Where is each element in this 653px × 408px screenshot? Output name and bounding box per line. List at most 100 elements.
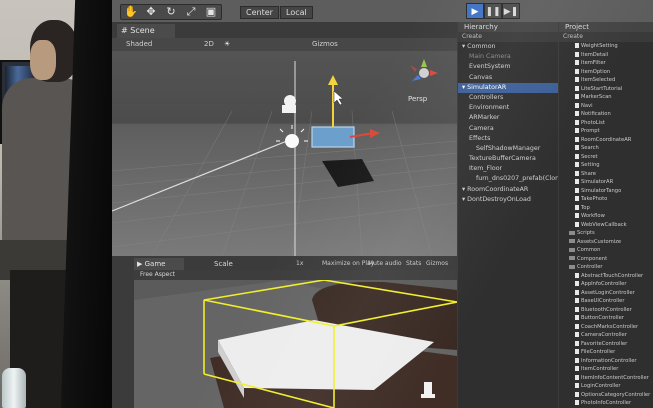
main-toolbar: ✋ ✥ ↻ ⤢ ▣ Center Local ▶ ❚❚ ▶❚ <box>112 0 653 22</box>
project-item[interactable]: Controller <box>559 263 653 272</box>
project-item[interactable]: ButtonController <box>559 314 653 323</box>
project-item[interactable]: FileController <box>559 348 653 357</box>
project-item-label: Share <box>581 170 596 177</box>
hierarchy-item[interactable]: Camera <box>458 124 558 134</box>
hierarchy-item[interactable]: Controllers <box>458 93 558 103</box>
scene-viewport[interactable]: Persp <box>112 51 457 256</box>
game-viewport[interactable] <box>134 280 457 408</box>
hierarchy-item[interactable]: ▾ DontDestroyOnLoad <box>458 195 558 205</box>
project-item[interactable]: PhotoInfoController <box>559 399 653 408</box>
hierarchy-item[interactable]: Effects <box>458 134 558 144</box>
project-item[interactable]: Top <box>559 204 653 213</box>
file-icon <box>575 85 579 91</box>
project-item[interactable]: Share <box>559 170 653 179</box>
selected-object-gizmo[interactable] <box>311 75 380 148</box>
project-item[interactable]: AssetLoginController <box>559 289 653 298</box>
project-item[interactable]: Common <box>559 246 653 255</box>
lighting-toggle-icon[interactable]: ☀ <box>224 38 230 51</box>
project-item[interactable]: Setting <box>559 161 653 170</box>
shading-mode-dropdown[interactable]: Shaded <box>126 38 152 51</box>
maximize-on-play-toggle[interactable]: Maximize on Play <box>322 258 374 270</box>
project-item[interactable]: Prompt <box>559 127 653 136</box>
hierarchy-title[interactable]: Hierarchy <box>458 22 558 32</box>
project-item[interactable]: InformationController <box>559 357 653 366</box>
project-item-label: FileController <box>581 349 616 355</box>
project-item[interactable]: WeightSetting <box>559 42 653 51</box>
hand-tool-icon[interactable]: ✋ <box>121 5 141 19</box>
hierarchy-item[interactable]: furn_dns0207_prefab(Clone) <box>458 174 558 184</box>
project-item[interactable]: AbstractTouchController <box>559 272 653 281</box>
project-item[interactable]: ItemInfoContentController <box>559 374 653 383</box>
project-item[interactable]: ItemOption <box>559 68 653 77</box>
project-item[interactable]: CameraController <box>559 331 653 340</box>
stats-toggle[interactable]: Stats <box>406 258 421 270</box>
aspect-dropdown[interactable]: Free Aspect <box>134 270 457 280</box>
space-toggle[interactable]: Local <box>280 6 313 19</box>
mute-audio-toggle[interactable]: Mute audio <box>368 258 402 270</box>
project-create-dropdown[interactable]: Create <box>559 32 653 42</box>
tab-scene[interactable]: # Scene <box>117 24 175 38</box>
project-item[interactable]: Search <box>559 144 653 153</box>
project-item-label: PhotoList <box>581 119 605 126</box>
project-item[interactable]: Notification <box>559 110 653 119</box>
project-item[interactable]: FavoriteController <box>559 340 653 349</box>
project-item[interactable]: BaseUIController <box>559 297 653 306</box>
step-button[interactable]: ▶❚ <box>502 3 520 19</box>
project-item[interactable]: BluetoothController <box>559 306 653 315</box>
hierarchy-item[interactable]: Canvas <box>458 73 558 83</box>
hierarchy-item[interactable]: SelfShadowManager <box>458 144 558 154</box>
hierarchy-item[interactable]: Main Camera <box>458 52 558 62</box>
project-item-label: ItemSelected <box>581 77 616 83</box>
rect-tool-icon[interactable]: ▣ <box>201 5 221 19</box>
scale-value[interactable]: 1x <box>296 258 303 270</box>
pivot-toggle[interactable]: Center <box>240 6 279 19</box>
project-item[interactable]: ItemFilter <box>559 59 653 68</box>
gizmos-toggle[interactable]: Gizmos <box>426 258 448 270</box>
project-item[interactable]: LoginController <box>559 382 653 391</box>
project-item[interactable]: OptionsCategoryController <box>559 391 653 400</box>
camera-gizmo-icon[interactable] <box>282 95 296 113</box>
hierarchy-item[interactable]: ▾ RoomCoordinateAR <box>458 185 558 195</box>
hierarchy-item[interactable]: Item_Floor <box>458 164 558 174</box>
gizmos-dropdown[interactable]: Gizmos <box>312 38 338 51</box>
rotate-tool-icon[interactable]: ↻ <box>161 5 181 19</box>
project-item[interactable]: Workflow <box>559 212 653 221</box>
project-item[interactable]: RoomCoordinateAR <box>559 136 653 145</box>
project-item[interactable]: MarkerScan <box>559 93 653 102</box>
hierarchy-item[interactable]: ▾ Common <box>458 42 558 52</box>
project-item[interactable]: ItemDetail <box>559 51 653 60</box>
pause-button[interactable]: ❚❚ <box>484 3 502 19</box>
hierarchy-item[interactable]: Environment <box>458 103 558 113</box>
hierarchy-item[interactable]: TextureBufferCamera <box>458 154 558 164</box>
project-item[interactable]: SimulatorTango <box>559 187 653 196</box>
project-item[interactable]: Secret <box>559 153 653 162</box>
file-icon <box>575 383 579 388</box>
move-tool-icon[interactable]: ✥ <box>141 5 161 19</box>
project-item[interactable]: TakePhoto <box>559 195 653 204</box>
file-icon <box>575 221 579 227</box>
project-title[interactable]: Project <box>559 22 653 32</box>
hierarchy-item[interactable]: ARMarker <box>458 113 558 123</box>
project-item[interactable]: LiteStartTutorial <box>559 85 653 94</box>
hierarchy-create-dropdown[interactable]: Create <box>458 32 558 42</box>
project-item[interactable]: Scripts <box>559 229 653 238</box>
project-item[interactable]: CoachMarksController <box>559 323 653 332</box>
hierarchy-item[interactable]: ▾ SimulatorAR <box>458 82 558 93</box>
play-button[interactable]: ▶ <box>466 3 484 19</box>
project-item[interactable]: Component <box>559 255 653 264</box>
light-gizmo-icon[interactable] <box>276 125 308 148</box>
persp-label[interactable]: Persp <box>408 95 427 103</box>
project-item[interactable]: AssetsCustomize <box>559 238 653 247</box>
project-item[interactable]: Navi <box>559 102 653 111</box>
mode-2d-toggle[interactable]: 2D <box>204 38 214 51</box>
project-item[interactable]: PhotoList <box>559 119 653 128</box>
project-item[interactable]: SimulatorAR <box>559 178 653 187</box>
project-item[interactable]: AppInfoController <box>559 280 653 289</box>
scale-tool-icon[interactable]: ⤢ <box>181 5 201 19</box>
project-item[interactable]: WebViewCallback <box>559 221 653 230</box>
project-item[interactable]: ItemController <box>559 365 653 374</box>
scene-orientation-gizmo[interactable] <box>410 59 438 81</box>
hierarchy-item-label: RoomCoordinateAR <box>467 185 529 193</box>
hierarchy-item[interactable]: EventSystem <box>458 62 558 72</box>
project-item[interactable]: ItemSelected <box>559 76 653 85</box>
